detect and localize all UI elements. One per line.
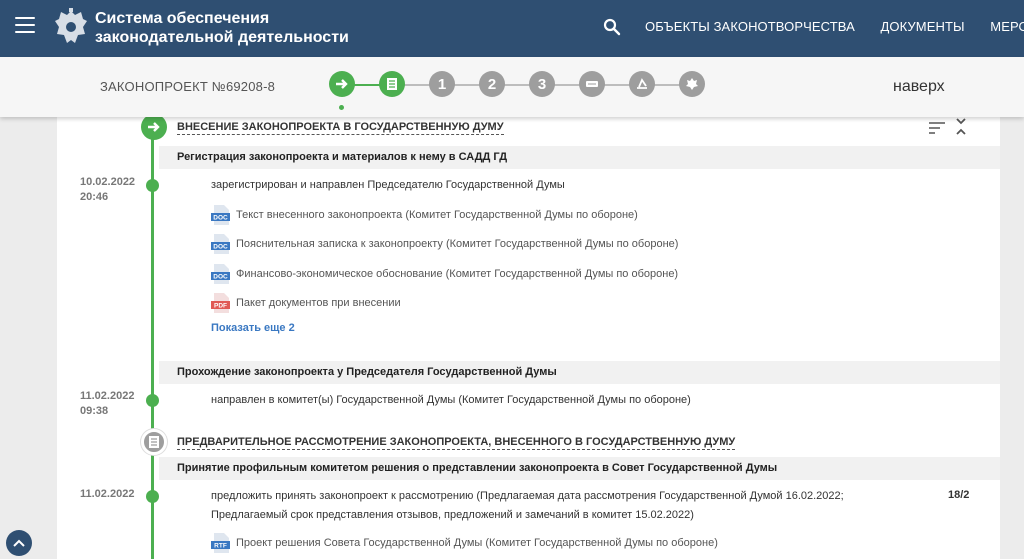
document-link-label: Текст внесенного законопроекта (Комитет … xyxy=(236,209,638,221)
event-text-line: предложить принять законопроект к рассмо… xyxy=(211,490,844,502)
site-title[interactable]: Система обеспечения законодательной деят… xyxy=(95,9,349,47)
stage-1-button[interactable] xyxy=(329,71,355,97)
show-more-link[interactable]: Показать еще 2 xyxy=(211,322,295,334)
bill-number: ЗАКОНОПРОЕКТ №69208-8 xyxy=(100,79,276,94)
timeline-node xyxy=(146,179,159,192)
stage-1-marker xyxy=(141,114,167,140)
event-text: направлен в комитет(ы) Государственной Д… xyxy=(211,394,691,406)
stage-2-button[interactable] xyxy=(379,71,405,97)
document-link-label: Финансово-экономическое обоснование (Ком… xyxy=(236,268,679,280)
event-date-time: 09:38 xyxy=(80,405,109,417)
stage-progress: 1 2 3 xyxy=(329,71,707,99)
stage-8-button[interactable] xyxy=(679,71,705,97)
svg-text:DOC: DOC xyxy=(213,274,228,281)
stage-1-title[interactable]: ВНЕСЕНИЕ ЗАКОНОПРОЕКТА В ГОСУДАРСТВЕННУЮ… xyxy=(177,121,504,135)
document-link[interactable]: DOC Текст внесенного законопроекта (Коми… xyxy=(211,205,638,225)
main-nav: ОБЪЕКТЫ ЗАКОНОТВОРЧЕСТВА ДОКУМЕНТЫ МЕРОП… xyxy=(645,19,1024,34)
event-date: 11.02.2022 xyxy=(80,488,135,500)
doc-file-icon: DOC xyxy=(211,234,230,254)
document-link[interactable]: PDF Пакет документов при внесении xyxy=(211,293,401,313)
emblem-icon xyxy=(55,8,87,43)
current-stage-indicator xyxy=(339,105,344,110)
site-title-line2: законодательной деятельности xyxy=(95,29,349,46)
chevron-up-icon xyxy=(13,539,25,547)
event-date: 11.02.2022 09:38 xyxy=(80,389,134,419)
arrow-right-icon xyxy=(336,79,348,89)
document-link[interactable]: RTF Проект решения Совета Государственно… xyxy=(211,533,718,553)
doc-file-icon: DOC xyxy=(211,264,230,284)
sub-stage-chairman: Прохождение законопроекта у Председателя… xyxy=(159,361,1000,384)
signature-icon xyxy=(637,78,647,89)
document-list-icon xyxy=(149,436,159,448)
stage-bar: ЗАКОНОПРОЕКТ №69208-8 1 2 3 наверх xyxy=(0,57,1024,117)
scroll-up-button[interactable] xyxy=(6,530,32,556)
event-text-line: Предлагаемый срок представления отзывов,… xyxy=(211,509,694,521)
document-link[interactable]: DOC Пояснительная записка к законопроект… xyxy=(211,234,678,254)
pdf-file-icon: PDF xyxy=(211,293,230,313)
event-date-time: 20:46 xyxy=(80,191,109,203)
event-date-day: 10.02.2022 xyxy=(80,176,136,188)
timeline-node xyxy=(146,394,159,407)
site-title-line1: Система обеспечения xyxy=(95,10,270,27)
document-link[interactable]: DOC Финансово-экономическое обоснование … xyxy=(211,264,678,284)
document-link-label: Проект решения Совета Государственной Ду… xyxy=(236,537,718,549)
document-link-label: Пакет документов при внесении xyxy=(236,297,401,309)
document-link-label: Пояснительная записка к законопроекту (К… xyxy=(236,238,679,250)
document-list-icon xyxy=(387,78,397,90)
stage-5-button[interactable]: 3 xyxy=(529,71,555,97)
stage-3-button[interactable]: 1 xyxy=(429,71,455,97)
nav-documents[interactable]: ДОКУМЕНТЫ xyxy=(881,19,965,34)
sub-stage-registration: Регистрация законопроекта и материалов к… xyxy=(159,146,1000,169)
svg-text:RTF: RTF xyxy=(214,543,227,550)
rtf-file-icon: RTF xyxy=(211,533,230,553)
svg-text:DOC: DOC xyxy=(213,244,228,251)
stage-2-marker xyxy=(141,429,167,455)
nav-events[interactable]: МЕРОПРИЯТ xyxy=(990,19,1024,34)
emblem-icon xyxy=(686,78,698,90)
event-text: предложить принять законопроект к рассмо… xyxy=(211,487,844,525)
stage-2-title[interactable]: ПРЕДВАРИТЕЛЬНОЕ РАССМОТРЕНИЕ ЗАКОНОПРОЕК… xyxy=(177,436,736,450)
stage-6-button[interactable] xyxy=(579,71,605,97)
collapse-icon[interactable] xyxy=(955,117,967,136)
to-top-link[interactable]: наверх xyxy=(893,78,945,96)
stage-7-button[interactable] xyxy=(629,71,655,97)
doc-file-icon: DOC xyxy=(211,205,230,225)
menu-icon[interactable] xyxy=(15,17,35,33)
sub-stage-committee: Принятие профильным комитетом решения о … xyxy=(159,457,1000,480)
timeline-node xyxy=(146,490,159,503)
decision-number: 18/2 xyxy=(948,489,970,501)
filter-icon[interactable] xyxy=(929,122,945,134)
stage-4-button[interactable]: 2 xyxy=(479,71,505,97)
svg-text:PDF: PDF xyxy=(214,303,227,310)
top-header: Система обеспечения законодательной деят… xyxy=(0,0,1024,57)
event-date: 10.02.2022 20:46 xyxy=(80,175,135,205)
search-icon[interactable] xyxy=(603,18,621,36)
svg-text:DOC: DOC xyxy=(213,215,228,222)
event-text: зарегистрирован и направлен Председателю… xyxy=(211,179,565,191)
nav-objects[interactable]: ОБЪЕКТЫ ЗАКОНОТВОРЧЕСТВА xyxy=(645,19,855,34)
arrow-right-icon xyxy=(148,122,160,132)
council-icon xyxy=(586,81,598,87)
event-date-day: 11.02.2022 xyxy=(80,390,135,402)
